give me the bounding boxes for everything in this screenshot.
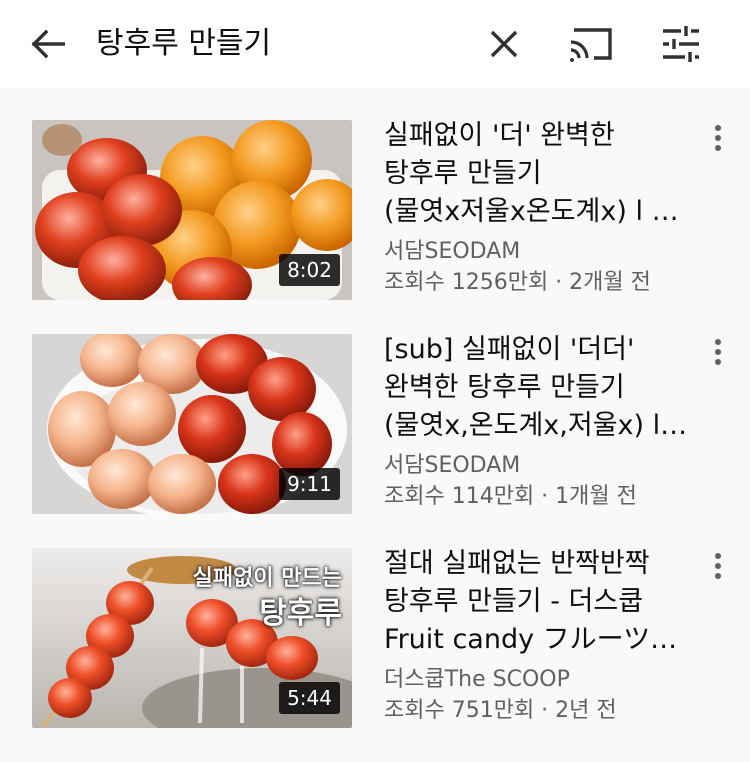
video-meta: 조회수 1256만회 · 2개월 전 <box>384 270 651 295</box>
video-result-item[interactable]: 실패없이 만드는 탕후루 5:44 절대 실패없는 반짝반짝 탕후루 만들기 -… <box>0 516 750 730</box>
video-duration: 9:11 <box>279 468 340 500</box>
channel-name: 더스쿱The SCOOP <box>384 667 570 692</box>
search-results-list: 8:02 실패없이 '더' 완벽한 탕후루 만들기 (물엿x저울x온도계x) l… <box>0 88 750 762</box>
cast-button[interactable] <box>566 22 616 66</box>
more-vert-icon <box>715 339 721 365</box>
tune-icon <box>663 26 699 62</box>
video-duration: 8:02 <box>279 254 340 286</box>
arrow-left-icon <box>31 29 65 59</box>
video-thumbnail[interactable]: 8:02 <box>32 120 352 300</box>
video-thumbnail[interactable]: 9:11 <box>32 334 352 514</box>
back-button[interactable] <box>24 24 72 64</box>
more-options-button[interactable] <box>706 546 730 586</box>
channel-name: 서담SEODAM <box>384 453 521 478</box>
video-title[interactable]: 실패없이 '더' 완벽한 탕후루 만들기 (물엿x저울x온도계x) l a pe… <box>384 117 694 231</box>
video-result-item[interactable]: 8:02 실패없이 '더' 완벽한 탕후루 만들기 (물엿x저울x온도계x) l… <box>0 88 750 302</box>
close-icon <box>490 30 518 58</box>
more-vert-icon <box>715 125 721 151</box>
video-result-item[interactable]: 9:11 [sub] 실패없이 '더더' 완벽한 탕후루 만들기 (물엿x,온도… <box>0 302 750 516</box>
video-meta: 조회수 751만회 · 2년 전 <box>384 698 617 723</box>
search-query[interactable]: 탕후루 만들기 <box>96 20 271 68</box>
more-vert-icon <box>715 553 721 579</box>
clear-search-button[interactable] <box>484 24 524 64</box>
video-thumbnail[interactable]: 실패없이 만드는 탕후루 5:44 <box>32 548 352 728</box>
video-meta: 조회수 114만회 · 1개월 전 <box>384 484 637 509</box>
cast-icon <box>570 28 612 62</box>
more-options-button[interactable] <box>706 118 730 158</box>
video-title[interactable]: [sub] 실패없이 '더더' 완벽한 탕후루 만들기 (물엿x,온도계x,저울… <box>384 331 694 445</box>
search-filter-button[interactable] <box>658 22 704 66</box>
thumbnail-caption-title: 탕후루 <box>259 596 342 631</box>
more-options-button[interactable] <box>706 332 730 372</box>
video-duration: 5:44 <box>279 682 340 714</box>
search-header: 탕후루 만들기 <box>0 0 750 88</box>
channel-name: 서담SEODAM <box>384 239 521 264</box>
video-title[interactable]: 절대 실패없는 반짝반짝 탕후루 만들기 - 더스쿱 Fruit candy フ… <box>384 545 694 659</box>
